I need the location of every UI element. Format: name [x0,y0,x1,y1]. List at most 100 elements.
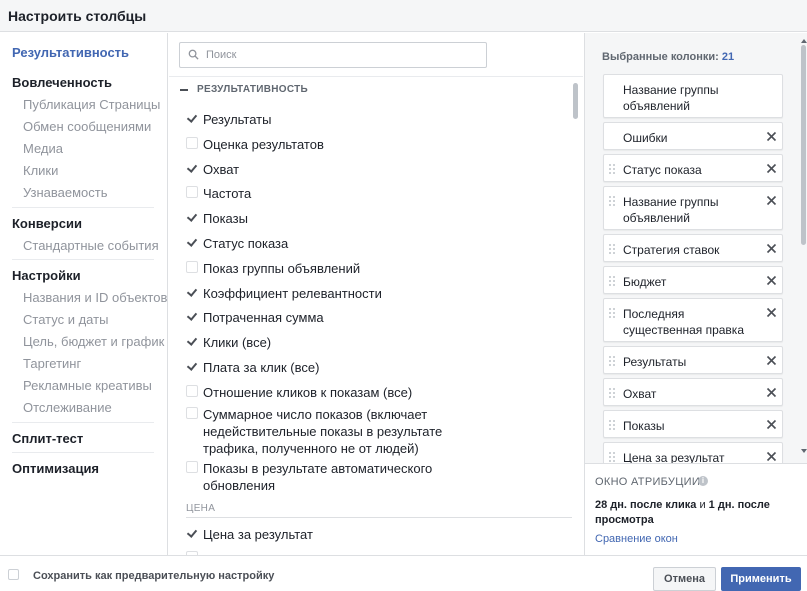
dialog-title: Настроить столбцы [8,8,147,24]
selected-column-card[interactable]: Показы [603,410,783,438]
nav-group-performance[interactable]: Результативность [12,45,129,60]
nav-item-names-ids[interactable]: Названия и ID объектов [23,290,167,305]
nav-group-engagement[interactable]: Вовлеченность [12,75,112,90]
card-label: Стратегия ставок [623,243,720,257]
nav-group-optimization[interactable]: Оптимизация [12,461,99,476]
drag-handle-icon[interactable] [609,244,617,257]
remove-icon[interactable] [766,131,777,142]
middle-scrollbar[interactable] [573,83,578,119]
save-preset-label[interactable]: Сохранить как предварительную настройку [33,570,274,582]
nav-divider [12,259,154,260]
cancel-button[interactable]: Отмена [653,567,716,591]
drag-handle-icon[interactable] [609,164,617,177]
nav-item-clicks[interactable]: Клики [23,163,58,178]
drag-handle-icon[interactable] [609,388,617,401]
drag-handle-icon[interactable] [609,196,617,209]
divider [169,76,583,77]
attribution-and: и [696,499,709,511]
checkbox-checked[interactable] [186,112,198,124]
remove-icon[interactable] [766,163,777,174]
checkbox-checked[interactable] [186,360,198,372]
selected-column-card[interactable]: Охват [603,378,783,406]
card-label: Название группы объявлений [623,83,719,113]
attribution-window-panel: ОКНО АТРИБУЦИИ i 28 дн. после клика и 1 … [584,463,807,555]
remove-icon[interactable] [766,387,777,398]
nav-item-standard-events[interactable]: Стандартные события [23,238,159,253]
info-icon[interactable]: i [698,476,708,486]
drag-handle-icon[interactable] [609,276,617,289]
collapse-icon[interactable] [179,85,189,95]
compare-windows-link[interactable]: Сравнение окон [595,533,678,545]
checkbox-checked[interactable] [186,527,198,539]
nav-item-messaging[interactable]: Обмен сообщениями [23,119,151,134]
checkbox-label: Статус показа [203,236,289,251]
save-preset-checkbox[interactable] [8,569,19,580]
selected-column-card[interactable]: Бюджет [603,266,783,294]
nav-item-status-dates[interactable]: Статус и даты [23,312,108,327]
checkbox[interactable] [186,385,198,397]
checkbox-checked[interactable] [186,335,198,347]
drag-handle-icon[interactable] [609,308,617,321]
remove-icon[interactable] [766,307,777,318]
checkbox[interactable] [186,461,198,473]
checkbox-label: Коэффициент релевантности [203,286,382,301]
nav-item-page-post[interactable]: Публикация Страницы [23,97,160,112]
dialog-footer: Сохранить как предварительную настройку … [0,555,807,591]
nav-item-media[interactable]: Медиа [23,141,63,156]
checkbox-label: Потраченная сумма [203,310,324,325]
selected-column-card[interactable]: Название группы объявлений [603,186,783,230]
nav-item-targeting[interactable]: Таргетинг [23,356,81,371]
remove-icon[interactable] [766,243,777,254]
selected-column-card[interactable]: Результаты [603,346,783,374]
selected-column-card[interactable]: Статус показа [603,154,783,182]
checkbox[interactable] [186,137,198,149]
card-label: Показы [623,419,665,433]
nav-divider [12,452,154,453]
selected-title-text: Выбранные колонки: [602,51,719,63]
checkbox-checked[interactable] [186,310,198,322]
nav-item-creatives[interactable]: Рекламные креативы [23,378,152,393]
checkbox[interactable] [186,186,198,198]
nav-item-awareness[interactable]: Узнаваемость [23,185,108,200]
scroll-up-icon[interactable] [801,39,807,43]
remove-icon[interactable] [766,195,777,206]
remove-icon[interactable] [766,275,777,286]
nav-group-conversions[interactable]: Конверсии [12,216,82,231]
nav-group-settings[interactable]: Настройки [12,268,81,283]
remove-icon[interactable] [766,355,777,366]
selected-column-card[interactable]: Стратегия ставок [603,234,783,262]
selected-column-card[interactable]: Цена за результат [603,442,783,463]
card-label: Название группы объявлений [623,195,719,225]
search-input[interactable]: Поиск [179,42,487,68]
selected-columns-panel: Выбранные колонки: 21 Название группы об… [584,33,807,463]
scroll-thumb[interactable] [801,45,806,245]
card-label: Статус показа [623,163,702,177]
nav-item-tracking[interactable]: Отслеживание [23,400,112,415]
checkbox[interactable] [186,407,198,419]
selected-column-card: Ошибки [603,122,783,150]
search-placeholder: Поиск [206,49,237,61]
remove-icon[interactable] [766,451,777,462]
attribution-description: 28 дн. после клика и 1 дн. после просмот… [595,498,795,528]
nav-item-objective-budget[interactable]: Цель, бюджет и график [23,334,164,349]
checkbox-checked[interactable] [186,211,198,223]
checkbox-label: Оценка результатов [203,137,324,152]
remove-icon[interactable] [766,419,777,430]
attribution-title: ОКНО АТРИБУЦИИ [595,476,701,488]
drag-handle-icon[interactable] [609,420,617,433]
attribution-click-window: 28 дн. после клика [595,499,697,511]
checkbox-label: Суммарное число показов (включает недейс… [203,407,443,456]
selected-column-card[interactable]: Последняя существенная правка [603,298,783,342]
checkbox[interactable] [186,261,198,273]
selected-scrollbar[interactable] [800,37,807,455]
checkbox-checked[interactable] [186,236,198,248]
nav-group-split-test[interactable]: Сплит-тест [12,431,83,446]
drag-handle-icon[interactable] [609,452,617,463]
checkbox-label: Плата за клик (все) [203,360,320,375]
apply-button[interactable]: Применить [721,567,801,591]
scroll-down-icon[interactable] [801,449,807,453]
checkbox-checked[interactable] [186,286,198,298]
drag-handle-icon[interactable] [609,356,617,369]
card-label: Результаты [623,355,687,369]
checkbox-checked[interactable] [186,162,198,174]
